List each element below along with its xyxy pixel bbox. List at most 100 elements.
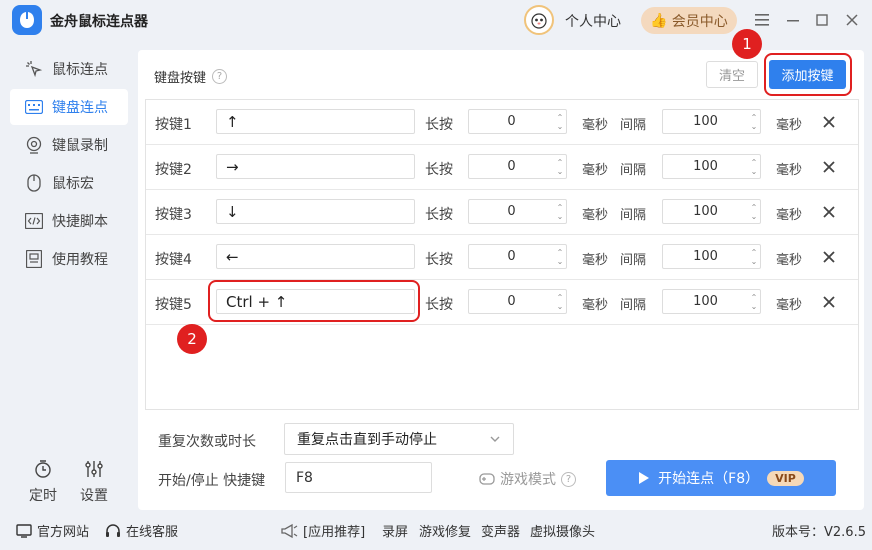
close-icon[interactable] — [842, 10, 862, 30]
interval-stepper[interactable]: 100 ⌃ ⌄ — [662, 289, 761, 314]
timer-button[interactable]: 定时 — [23, 459, 63, 505]
official-website-link[interactable]: 官方网站 — [16, 521, 89, 540]
table-row: 按键3 ↓ 长按 0 ⌃ ⌄ 毫秒 间隔 100 ⌃ ⌄ 毫秒 — [146, 190, 858, 235]
spin-arrows-icon[interactable]: ⌃ ⌄ — [554, 293, 566, 311]
online-support-link[interactable]: 在线客服 — [105, 521, 178, 540]
ms-label: 毫秒 — [582, 163, 609, 178]
link-screen-record[interactable]: 录屏 — [382, 521, 408, 540]
spin-arrows-icon[interactable]: ⌃ ⌄ — [748, 248, 760, 266]
spin-arrows-icon[interactable]: ⌃ ⌄ — [554, 113, 566, 131]
long-press-label: 长按 — [425, 252, 453, 268]
spin-arrows-icon[interactable]: ⌃ ⌄ — [554, 203, 566, 221]
help-icon[interactable]: ? — [561, 471, 576, 487]
interval-stepper[interactable]: 100 ⌃ ⌄ — [662, 244, 761, 269]
key-input[interactable]: ← — [216, 244, 415, 269]
vip-center-button[interactable]: 👍 会员中心 — [641, 7, 737, 34]
interval-stepper[interactable]: 100 ⌃ ⌄ — [662, 109, 761, 134]
official-website-label: 官方网站 — [37, 525, 90, 540]
hold-duration-stepper[interactable]: 0 ⌃ ⌄ — [468, 244, 567, 269]
delete-icon[interactable] — [821, 249, 837, 265]
version-text: 版本号：V2.6.5 — [772, 525, 866, 540]
link-virtual-camera[interactable]: 虚拟摄像头 — [530, 521, 595, 540]
app-title: 金舟鼠标连点器 — [50, 14, 148, 30]
megaphone-icon — [281, 523, 298, 538]
sidebar-item-label: 键鼠录制 — [52, 138, 108, 154]
sidebar-item-label: 快捷脚本 — [52, 214, 108, 230]
hotkey-label: 开始/停止 快捷键 — [158, 473, 266, 489]
key-input[interactable]: ↑ — [216, 109, 415, 134]
sidebar-item-tutorial[interactable]: 使用教程 — [10, 241, 128, 277]
app-logo-icon — [12, 5, 42, 35]
hotkey-input[interactable]: F8 — [285, 462, 432, 493]
delete-icon[interactable] — [821, 159, 837, 175]
interval-label: 间隔 — [620, 253, 647, 268]
interval-label: 间隔 — [620, 298, 647, 313]
start-clicking-button[interactable]: 开始连点（F8） VIP — [606, 460, 836, 496]
panel-title: 键盘按键 ? — [154, 67, 228, 86]
settings-button[interactable]: 设置 — [74, 459, 114, 505]
ms-label: 毫秒 — [776, 253, 803, 268]
add-key-button[interactable]: 添加按键 — [769, 60, 846, 89]
headset-icon — [106, 523, 120, 537]
hold-duration-stepper[interactable]: 0 ⌃ ⌄ — [468, 154, 567, 179]
ms-label: 毫秒 — [582, 118, 609, 133]
avatar[interactable] — [524, 5, 554, 35]
delete-icon[interactable] — [821, 204, 837, 220]
annotation-highlight-2 — [208, 280, 420, 322]
long-press-label: 长按 — [425, 207, 453, 223]
menu-icon[interactable] — [752, 10, 772, 30]
personal-center-link[interactable]: 个人中心 — [565, 11, 621, 31]
hold-duration-stepper[interactable]: 0 ⌃ ⌄ — [468, 199, 567, 224]
link-game-repair[interactable]: 游戏修复 — [419, 521, 471, 540]
mouse-icon — [24, 173, 44, 193]
key-list: 按键1 ↑ 长按 0 ⌃ ⌄ 毫秒 间隔 100 ⌃ ⌄ 毫秒 按键2 → 长按 0 ⌃ ⌄… — [145, 99, 859, 410]
sidebar-item-script[interactable]: 快捷脚本 — [10, 203, 128, 239]
interval-stepper[interactable]: 100 ⌃ ⌄ — [662, 154, 761, 179]
repeat-label: 重复次数或时长 — [158, 434, 256, 450]
sidebar-item-mouse-macro[interactable]: 鼠标宏 — [10, 165, 128, 201]
delete-icon[interactable] — [821, 294, 837, 310]
table-row: 按键1 ↑ 长按 0 ⌃ ⌄ 毫秒 间隔 100 ⌃ ⌄ 毫秒 — [146, 100, 858, 145]
hold-duration-stepper[interactable]: 0 ⌃ ⌄ — [468, 109, 567, 134]
clock-icon — [35, 460, 51, 478]
key-input[interactable]: ↓ — [216, 199, 415, 224]
game-mode-toggle[interactable]: 游戏模式 ? — [479, 469, 576, 489]
sidebar: 鼠标连点 键盘连点 键鼠录制 鼠标宏 快捷脚本 使用教程 定时 设置 — [0, 50, 136, 510]
hold-duration-stepper[interactable]: 0 ⌃ ⌄ — [468, 289, 567, 314]
key-input[interactable]: → — [216, 154, 415, 179]
footer: 官方网站 在线客服 [应用推荐] 录屏 游戏修复 变声器 虚拟摄像头 版本号：V… — [0, 510, 872, 550]
maximize-icon[interactable] — [812, 10, 832, 30]
repeat-mode-select[interactable]: 重复点击直到手动停止 — [284, 423, 514, 455]
minimize-icon[interactable] — [783, 10, 803, 30]
help-icon[interactable]: ? — [212, 69, 228, 84]
spin-arrows-icon[interactable]: ⌃ ⌄ — [554, 248, 566, 266]
link-voice-changer[interactable]: 变声器 — [481, 521, 520, 540]
clear-button[interactable]: 清空 — [706, 61, 758, 88]
ms-label: 毫秒 — [776, 118, 803, 133]
table-row: 按键4 ← 长按 0 ⌃ ⌄ 毫秒 间隔 100 ⌃ ⌄ 毫秒 — [146, 235, 858, 280]
spin-arrows-icon[interactable]: ⌃ ⌄ — [748, 293, 760, 311]
sidebar-item-mouse-click[interactable]: 鼠标连点 — [10, 51, 128, 87]
spin-arrows-icon[interactable]: ⌃ ⌄ — [554, 158, 566, 176]
recommend-section: [应用推荐] — [280, 521, 365, 540]
play-icon — [639, 472, 650, 484]
delete-icon[interactable] — [821, 114, 837, 130]
sidebar-item-label: 鼠标宏 — [52, 176, 94, 192]
sidebar-item-record[interactable]: 键鼠录制 — [10, 127, 128, 163]
sidebar-item-keyboard-click[interactable]: 键盘连点 — [10, 89, 128, 125]
ms-label: 毫秒 — [776, 298, 803, 313]
sidebar-item-label: 鼠标连点 — [52, 62, 108, 78]
vip-badge: VIP — [767, 470, 804, 486]
spin-arrows-icon[interactable]: ⌃ ⌄ — [748, 158, 760, 176]
spin-arrows-icon[interactable]: ⌃ ⌄ — [748, 203, 760, 221]
vip-center-label: 会员中心 — [671, 13, 728, 30]
interval-label: 间隔 — [620, 118, 647, 133]
interval-stepper[interactable]: 100 ⌃ ⌄ — [662, 199, 761, 224]
repeat-mode-value: 重复点击直到手动停止 — [297, 432, 437, 448]
annotation-badge-1: 1 — [732, 29, 762, 59]
spin-arrows-icon[interactable]: ⌃ ⌄ — [748, 113, 760, 131]
sliders-icon — [85, 461, 103, 477]
gamepad-icon — [479, 473, 495, 485]
key-row-label: 按键4 — [155, 252, 192, 268]
key-row-label: 按键1 — [155, 117, 192, 133]
